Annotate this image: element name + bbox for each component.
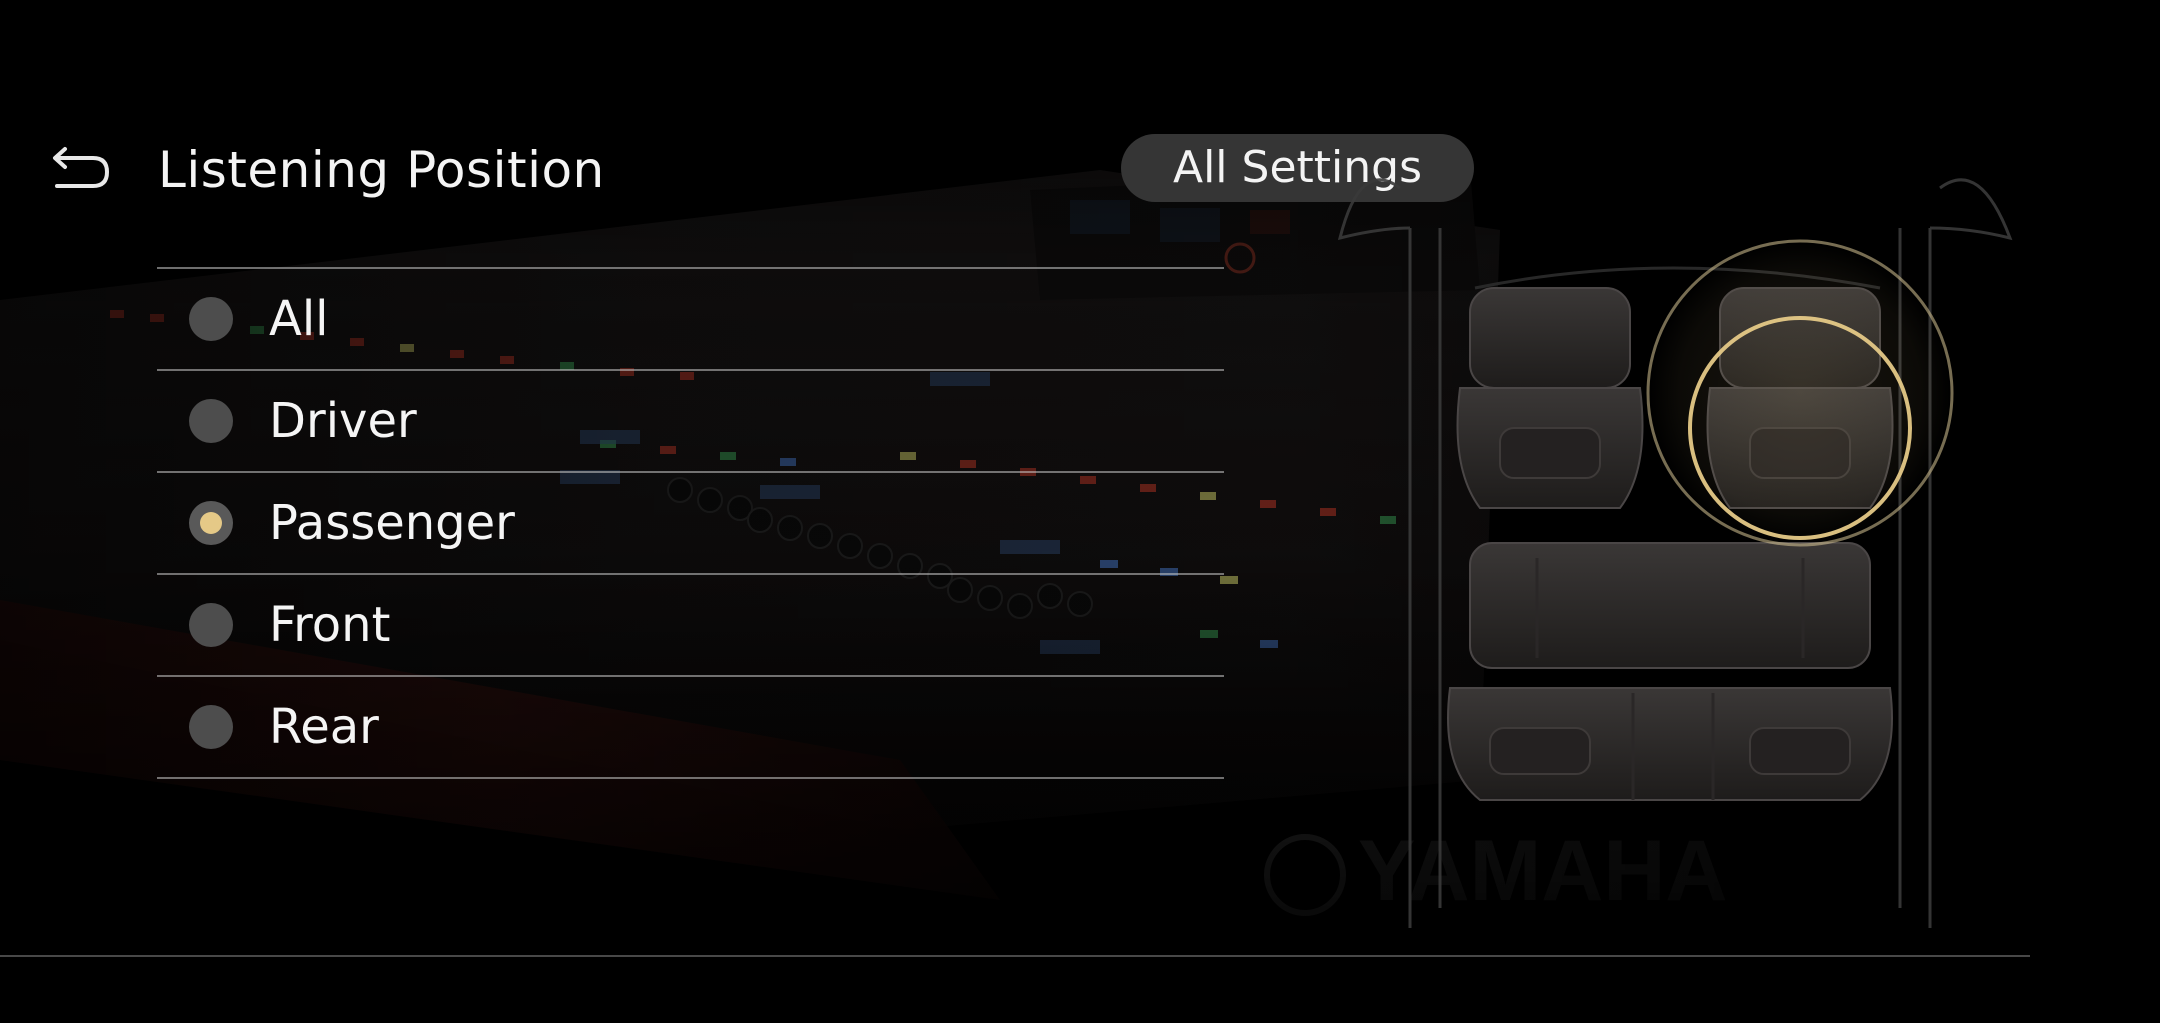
radio-button[interactable] bbox=[189, 603, 233, 647]
option-label: Passenger bbox=[269, 495, 515, 551]
option-front[interactable]: Front bbox=[157, 575, 1224, 675]
option-label: Front bbox=[269, 597, 391, 653]
radio-button[interactable] bbox=[189, 297, 233, 341]
back-button[interactable] bbox=[50, 140, 114, 194]
divider bbox=[157, 777, 1224, 779]
option-driver[interactable]: Driver bbox=[157, 371, 1224, 471]
page-title: Listening Position bbox=[158, 141, 605, 199]
radio-button-selected[interactable] bbox=[189, 501, 233, 545]
listening-position-screen: YAMAHA Listening Position All Settings A… bbox=[0, 0, 2160, 1023]
radio-button[interactable] bbox=[189, 705, 233, 749]
listening-position-list: All Driver Passenger Front Rear bbox=[157, 267, 1224, 779]
option-rear[interactable]: Rear bbox=[157, 677, 1224, 777]
option-label: All bbox=[269, 291, 329, 347]
driver-seat-icon bbox=[1456, 287, 1644, 509]
radio-button[interactable] bbox=[189, 399, 233, 443]
option-label: Driver bbox=[269, 393, 417, 449]
option-passenger[interactable]: Passenger bbox=[157, 473, 1224, 573]
passenger-highlight-ring bbox=[1646, 239, 1954, 547]
rear-seat-icon bbox=[1447, 542, 1893, 801]
radio-selected-dot bbox=[200, 512, 222, 534]
option-all[interactable]: All bbox=[157, 269, 1224, 369]
bottom-divider bbox=[0, 955, 2030, 957]
car-seats-illustration bbox=[1337, 178, 2013, 928]
back-arrow-icon bbox=[53, 147, 110, 188]
option-label: Rear bbox=[269, 699, 379, 755]
